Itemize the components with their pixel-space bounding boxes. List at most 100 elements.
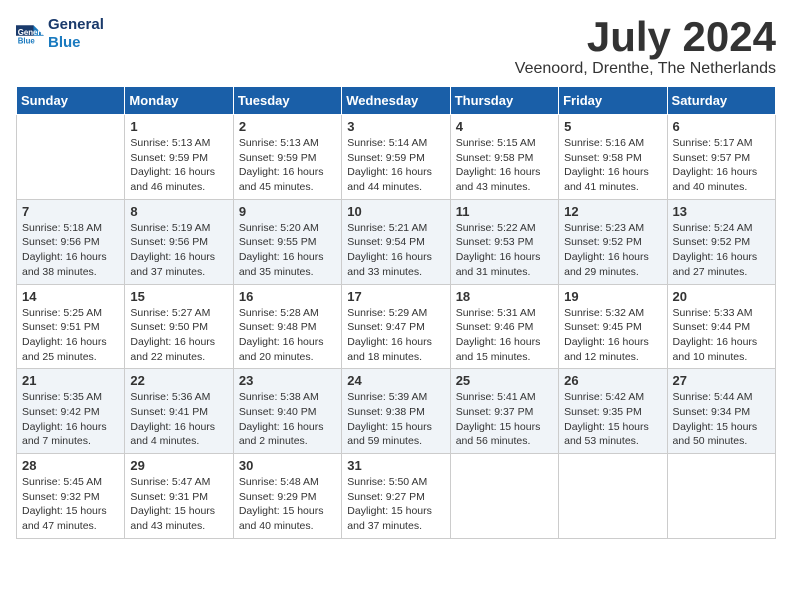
calendar-cell: 2 Sunrise: 5:13 AM Sunset: 9:59 PM Daylig… xyxy=(233,115,341,200)
day-info: Sunrise: 5:50 AM Sunset: 9:27 PM Dayligh… xyxy=(347,475,444,534)
day-number: 22 xyxy=(130,373,227,388)
day-info: Sunrise: 5:48 AM Sunset: 9:29 PM Dayligh… xyxy=(239,475,336,534)
calendar-cell: 27Sunrise: 5:44 AM Sunset: 9:34 PM Dayli… xyxy=(667,369,775,454)
calendar-cell: 30 Sunrise: 5:48 AM Sunset: 9:29 PM Dayli… xyxy=(233,454,341,539)
month-title: July 2024 xyxy=(515,16,776,58)
day-info: Sunrise: 5:13 AM Sunset: 9:59 PM Dayligh… xyxy=(239,136,336,195)
calendar-cell: 5Sunrise: 5:16 AM Sunset: 9:58 PM Daylig… xyxy=(559,115,667,200)
header-row: SundayMondayTuesdayWednesdayThursdayFrid… xyxy=(17,87,776,115)
calendar-cell: 1 Sunrise: 5:13 AM Sunset: 9:59 PM Daylig… xyxy=(125,115,233,200)
calendar-cell: 4Sunrise: 5:15 AM Sunset: 9:58 PM Daylig… xyxy=(450,115,558,200)
day-number: 24 xyxy=(347,373,444,388)
calendar-cell: 31Sunrise: 5:50 AM Sunset: 9:27 PM Dayli… xyxy=(342,454,450,539)
calendar-cell xyxy=(559,454,667,539)
day-number: 1 xyxy=(130,119,227,134)
day-info: Sunrise: 5:31 AM Sunset: 9:46 PM Dayligh… xyxy=(456,306,553,365)
calendar-cell: 7 Sunrise: 5:18 AM Sunset: 9:56 PM Daylig… xyxy=(17,199,125,284)
calendar-cell: 11 Sunrise: 5:22 AM Sunset: 9:53 PM Dayli… xyxy=(450,199,558,284)
calendar-cell: 15Sunrise: 5:27 AM Sunset: 9:50 PM Dayli… xyxy=(125,284,233,369)
calendar-cell: 13Sunrise: 5:24 AM Sunset: 9:52 PM Dayli… xyxy=(667,199,775,284)
day-info: Sunrise: 5:45 AM Sunset: 9:32 PM Dayligh… xyxy=(22,475,119,534)
logo: General Blue General Blue xyxy=(16,16,104,52)
weekday-header: Thursday xyxy=(450,87,558,115)
day-info: Sunrise: 5:42 AM Sunset: 9:35 PM Dayligh… xyxy=(564,390,661,449)
day-info: Sunrise: 5:18 AM Sunset: 9:56 PM Dayligh… xyxy=(22,221,119,280)
calendar-week-row: 21 Sunrise: 5:35 AM Sunset: 9:42 PM Dayli… xyxy=(17,369,776,454)
calendar-cell: 6 Sunrise: 5:17 AM Sunset: 9:57 PM Daylig… xyxy=(667,115,775,200)
calendar-week-row: 7 Sunrise: 5:18 AM Sunset: 9:56 PM Daylig… xyxy=(17,199,776,284)
day-number: 20 xyxy=(673,289,770,304)
day-info: Sunrise: 5:35 AM Sunset: 9:42 PM Dayligh… xyxy=(22,390,119,449)
calendar-cell: 8Sunrise: 5:19 AM Sunset: 9:56 PM Daylig… xyxy=(125,199,233,284)
calendar-cell: 25Sunrise: 5:41 AM Sunset: 9:37 PM Dayli… xyxy=(450,369,558,454)
weekday-header: Friday xyxy=(559,87,667,115)
calendar-week-row: 1 Sunrise: 5:13 AM Sunset: 9:59 PM Daylig… xyxy=(17,115,776,200)
calendar-cell: 21 Sunrise: 5:35 AM Sunset: 9:42 PM Dayli… xyxy=(17,369,125,454)
calendar-cell: 26 Sunrise: 5:42 AM Sunset: 9:35 PM Dayli… xyxy=(559,369,667,454)
day-number: 26 xyxy=(564,373,661,388)
day-info: Sunrise: 5:33 AM Sunset: 9:44 PM Dayligh… xyxy=(673,306,770,365)
header: General Blue General Blue July 2024 Veen… xyxy=(16,16,776,78)
weekday-header: Sunday xyxy=(17,87,125,115)
day-number: 6 xyxy=(673,119,770,134)
day-number: 14 xyxy=(22,289,119,304)
day-info: Sunrise: 5:19 AM Sunset: 9:56 PM Dayligh… xyxy=(130,221,227,280)
calendar-week-row: 28Sunrise: 5:45 AM Sunset: 9:32 PM Dayli… xyxy=(17,454,776,539)
day-number: 21 xyxy=(22,373,119,388)
day-number: 7 xyxy=(22,204,119,219)
logo-line1: General xyxy=(48,16,104,34)
calendar-cell: 17Sunrise: 5:29 AM Sunset: 9:47 PM Dayli… xyxy=(342,284,450,369)
svg-text:General: General xyxy=(18,28,44,37)
day-info: Sunrise: 5:14 AM Sunset: 9:59 PM Dayligh… xyxy=(347,136,444,195)
day-number: 11 xyxy=(456,204,553,219)
day-info: Sunrise: 5:36 AM Sunset: 9:41 PM Dayligh… xyxy=(130,390,227,449)
day-number: 30 xyxy=(239,458,336,473)
weekday-header: Tuesday xyxy=(233,87,341,115)
weekday-header: Monday xyxy=(125,87,233,115)
day-info: Sunrise: 5:16 AM Sunset: 9:58 PM Dayligh… xyxy=(564,136,661,195)
calendar-cell: 16 Sunrise: 5:28 AM Sunset: 9:48 PM Dayli… xyxy=(233,284,341,369)
day-number: 3 xyxy=(347,119,444,134)
calendar-cell: 9Sunrise: 5:20 AM Sunset: 9:55 PM Daylig… xyxy=(233,199,341,284)
day-number: 27 xyxy=(673,373,770,388)
logo-icon: General Blue xyxy=(16,20,44,48)
calendar-cell: 20 Sunrise: 5:33 AM Sunset: 9:44 PM Dayli… xyxy=(667,284,775,369)
day-info: Sunrise: 5:22 AM Sunset: 9:53 PM Dayligh… xyxy=(456,221,553,280)
day-info: Sunrise: 5:25 AM Sunset: 9:51 PM Dayligh… xyxy=(22,306,119,365)
day-info: Sunrise: 5:23 AM Sunset: 9:52 PM Dayligh… xyxy=(564,221,661,280)
calendar-table: SundayMondayTuesdayWednesdayThursdayFrid… xyxy=(16,86,776,539)
day-info: Sunrise: 5:20 AM Sunset: 9:55 PM Dayligh… xyxy=(239,221,336,280)
day-number: 2 xyxy=(239,119,336,134)
day-number: 19 xyxy=(564,289,661,304)
day-number: 18 xyxy=(456,289,553,304)
title-block: July 2024 Veenoord, Drenthe, The Netherl… xyxy=(515,16,776,78)
logo-text: General Blue xyxy=(48,16,104,52)
calendar-cell xyxy=(17,115,125,200)
logo-line2: Blue xyxy=(48,34,104,52)
calendar-cell: 28Sunrise: 5:45 AM Sunset: 9:32 PM Dayli… xyxy=(17,454,125,539)
day-info: Sunrise: 5:21 AM Sunset: 9:54 PM Dayligh… xyxy=(347,221,444,280)
calendar-cell: 12Sunrise: 5:23 AM Sunset: 9:52 PM Dayli… xyxy=(559,199,667,284)
location-title: Veenoord, Drenthe, The Netherlands xyxy=(515,60,776,78)
svg-text:Blue: Blue xyxy=(18,37,36,46)
day-info: Sunrise: 5:17 AM Sunset: 9:57 PM Dayligh… xyxy=(673,136,770,195)
day-info: Sunrise: 5:15 AM Sunset: 9:58 PM Dayligh… xyxy=(456,136,553,195)
day-number: 16 xyxy=(239,289,336,304)
day-info: Sunrise: 5:13 AM Sunset: 9:59 PM Dayligh… xyxy=(130,136,227,195)
weekday-header: Saturday xyxy=(667,87,775,115)
calendar-cell xyxy=(450,454,558,539)
day-info: Sunrise: 5:39 AM Sunset: 9:38 PM Dayligh… xyxy=(347,390,444,449)
calendar-cell: 18 Sunrise: 5:31 AM Sunset: 9:46 PM Dayli… xyxy=(450,284,558,369)
calendar-cell: 29Sunrise: 5:47 AM Sunset: 9:31 PM Dayli… xyxy=(125,454,233,539)
day-number: 13 xyxy=(673,204,770,219)
calendar-cell: 23Sunrise: 5:38 AM Sunset: 9:40 PM Dayli… xyxy=(233,369,341,454)
day-info: Sunrise: 5:28 AM Sunset: 9:48 PM Dayligh… xyxy=(239,306,336,365)
calendar-cell: 10 Sunrise: 5:21 AM Sunset: 9:54 PM Dayli… xyxy=(342,199,450,284)
day-info: Sunrise: 5:32 AM Sunset: 9:45 PM Dayligh… xyxy=(564,306,661,365)
day-info: Sunrise: 5:29 AM Sunset: 9:47 PM Dayligh… xyxy=(347,306,444,365)
day-number: 29 xyxy=(130,458,227,473)
calendar-cell: 22 Sunrise: 5:36 AM Sunset: 9:41 PM Dayli… xyxy=(125,369,233,454)
page-container: General Blue General Blue July 2024 Veen… xyxy=(16,16,776,539)
day-number: 15 xyxy=(130,289,227,304)
day-number: 10 xyxy=(347,204,444,219)
